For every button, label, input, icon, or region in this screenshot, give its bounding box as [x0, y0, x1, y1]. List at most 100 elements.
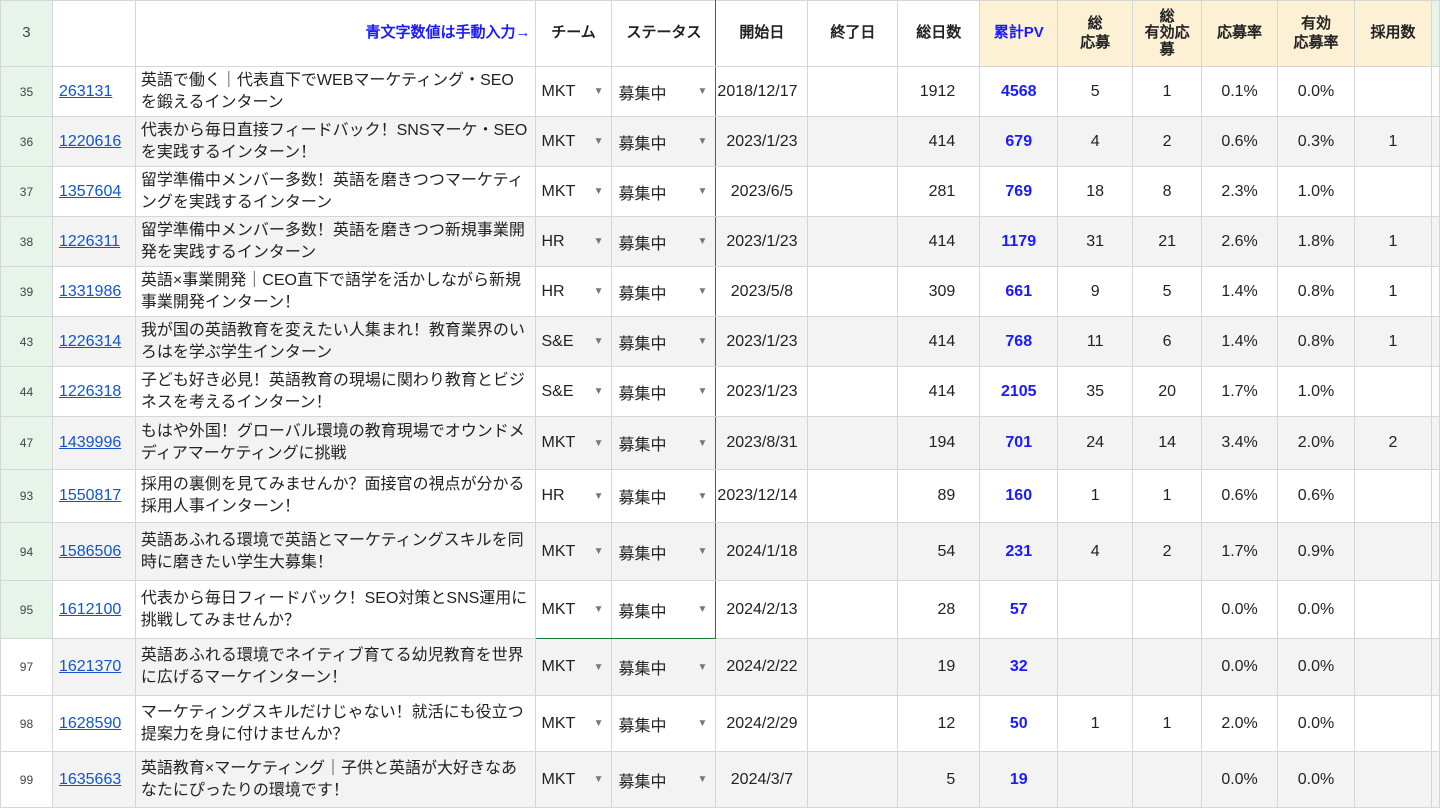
rate-cell[interactable]: 3.4%: [1201, 416, 1279, 470]
header-end[interactable]: 終了日: [807, 0, 899, 67]
next-column-cell[interactable]: [1430, 216, 1440, 267]
job-title-cell[interactable]: 英語あふれる環境でネイティブ育てる幼児教育を世界に広げるマーケインターン！: [134, 638, 536, 696]
pv-cell[interactable]: 2105: [979, 366, 1059, 417]
chevron-down-icon[interactable]: ▼: [594, 236, 604, 247]
row-number[interactable]: 43: [0, 316, 53, 367]
job-title-cell[interactable]: マーケティングスキルだけじゃない！就活にも役立つ提案力を身に付けませんか？: [134, 695, 536, 752]
days-cell[interactable]: 12: [897, 695, 981, 752]
apps-cell[interactable]: 24: [1057, 416, 1134, 470]
days-cell[interactable]: 194: [897, 416, 981, 470]
hires-cell[interactable]: 1: [1353, 316, 1432, 367]
valid-apps-cell[interactable]: 1: [1132, 469, 1203, 523]
valid-rate-cell[interactable]: 1.0%: [1277, 366, 1355, 417]
team-dropdown[interactable]: MKT ▼: [534, 116, 613, 167]
apps-cell[interactable]: 1: [1057, 469, 1134, 523]
status-dropdown[interactable]: 募集中 ▼: [611, 416, 717, 470]
next-column-cell[interactable]: [1430, 266, 1440, 317]
row-number[interactable]: 37: [0, 166, 53, 217]
chevron-down-icon[interactable]: ▼: [698, 336, 708, 347]
job-id-cell[interactable]: 1226314: [51, 316, 136, 367]
end-date-cell[interactable]: [807, 695, 899, 752]
apps-cell[interactable]: 18: [1057, 166, 1134, 217]
status-dropdown[interactable]: 募集中 ▼: [611, 751, 717, 808]
valid-apps-cell[interactable]: 6: [1132, 316, 1203, 367]
end-date-cell[interactable]: [807, 416, 899, 470]
apps-cell[interactable]: 11: [1057, 316, 1134, 367]
status-dropdown[interactable]: 募集中 ▼: [611, 316, 717, 367]
hires-cell[interactable]: [1353, 580, 1432, 639]
next-column-cell[interactable]: [1430, 638, 1440, 696]
chevron-down-icon[interactable]: ▼: [594, 662, 604, 673]
header-valid-rate[interactable]: 有効 応募率: [1277, 0, 1355, 67]
job-id-cell[interactable]: 1226318: [51, 366, 136, 417]
chevron-down-icon[interactable]: ▼: [698, 718, 708, 729]
team-dropdown[interactable]: MKT ▼: [534, 416, 613, 470]
apps-cell[interactable]: 4: [1057, 116, 1134, 167]
pv-cell[interactable]: 32: [979, 638, 1059, 696]
job-title-cell[interactable]: 英語教育×マーケティング｜子供と英語が大好きなあなたにぴったりの環境です！: [134, 751, 536, 808]
days-cell[interactable]: 89: [897, 469, 981, 523]
team-dropdown[interactable]: S&E ▼: [534, 316, 613, 367]
valid-apps-cell[interactable]: 21: [1132, 216, 1203, 267]
pv-cell[interactable]: 19: [979, 751, 1059, 808]
job-id-link[interactable]: 1439996: [53, 434, 121, 451]
rate-cell[interactable]: 2.0%: [1201, 695, 1279, 752]
row-number[interactable]: 47: [0, 416, 53, 470]
chevron-down-icon[interactable]: ▼: [594, 438, 604, 449]
job-title-cell[interactable]: 英語×事業開発｜CEO直下で語学を活かしながら新規事業開発インターン！: [134, 266, 536, 317]
valid-rate-cell[interactable]: 0.3%: [1277, 116, 1355, 167]
end-date-cell[interactable]: [807, 366, 899, 417]
job-title-cell[interactable]: 子ども好き必見！英語教育の現場に関わり教育とビジネスを考えるインターン！: [134, 366, 536, 417]
row-number[interactable]: 3: [0, 0, 53, 67]
job-id-link[interactable]: 1612100: [53, 601, 121, 618]
job-id-link[interactable]: 1220616: [53, 133, 121, 150]
days-cell[interactable]: 414: [897, 116, 981, 167]
valid-rate-cell[interactable]: 0.0%: [1277, 580, 1355, 639]
valid-apps-cell[interactable]: 1: [1132, 66, 1203, 117]
chevron-down-icon[interactable]: ▼: [594, 546, 604, 557]
team-dropdown[interactable]: MKT ▼: [534, 638, 613, 696]
chevron-down-icon[interactable]: ▼: [698, 438, 708, 449]
job-id-cell[interactable]: 1635663: [51, 751, 136, 808]
valid-rate-cell[interactable]: 0.0%: [1277, 66, 1355, 117]
end-date-cell[interactable]: [807, 116, 899, 167]
job-title-cell[interactable]: 英語あふれる環境で英語とマーケティングスキルを同時に磨きたい学生大募集！: [134, 522, 536, 581]
rate-cell[interactable]: 0.0%: [1201, 751, 1279, 808]
job-id-link[interactable]: 1331986: [53, 283, 121, 300]
hires-cell[interactable]: [1353, 522, 1432, 581]
row-number[interactable]: 98: [0, 695, 53, 752]
valid-apps-cell[interactable]: 1: [1132, 695, 1203, 752]
row-number[interactable]: 95: [0, 580, 53, 639]
team-dropdown[interactable]: MKT ▼: [534, 66, 613, 117]
hires-cell[interactable]: [1353, 366, 1432, 417]
row-number[interactable]: 36: [0, 116, 53, 167]
status-dropdown[interactable]: 募集中 ▼: [611, 166, 717, 217]
rate-cell[interactable]: 1.4%: [1201, 316, 1279, 367]
apps-cell[interactable]: 35: [1057, 366, 1134, 417]
row-number[interactable]: 93: [0, 469, 53, 523]
valid-apps-cell[interactable]: 2: [1132, 522, 1203, 581]
job-id-link[interactable]: 1635663: [53, 771, 121, 788]
team-dropdown[interactable]: MKT ▼: [534, 522, 613, 581]
end-date-cell[interactable]: [807, 316, 899, 367]
hires-cell[interactable]: 1: [1353, 216, 1432, 267]
apps-cell[interactable]: [1057, 580, 1134, 639]
chevron-down-icon[interactable]: ▼: [594, 491, 604, 502]
status-dropdown[interactable]: 募集中 ▼: [611, 469, 717, 523]
chevron-down-icon[interactable]: ▼: [594, 86, 604, 97]
hires-cell[interactable]: [1353, 66, 1432, 117]
job-id-link[interactable]: 1226318: [53, 383, 121, 400]
chevron-down-icon[interactable]: ▼: [698, 604, 708, 615]
next-column-cell[interactable]: [1430, 469, 1440, 523]
chevron-down-icon[interactable]: ▼: [698, 662, 708, 673]
job-id-cell[interactable]: 1586506: [51, 522, 136, 581]
job-id-link[interactable]: 1226311: [53, 233, 120, 250]
valid-rate-cell[interactable]: 0.0%: [1277, 695, 1355, 752]
days-cell[interactable]: 19: [897, 638, 981, 696]
chevron-down-icon[interactable]: ▼: [698, 491, 708, 502]
header-status[interactable]: ステータス: [611, 0, 717, 67]
valid-rate-cell[interactable]: 0.6%: [1277, 469, 1355, 523]
job-title-cell[interactable]: もはや外国！グローバル環境の教育現場でオウンドメディアマーケティングに挑戦: [134, 416, 536, 470]
chevron-down-icon[interactable]: ▼: [594, 286, 604, 297]
valid-rate-cell[interactable]: 1.8%: [1277, 216, 1355, 267]
